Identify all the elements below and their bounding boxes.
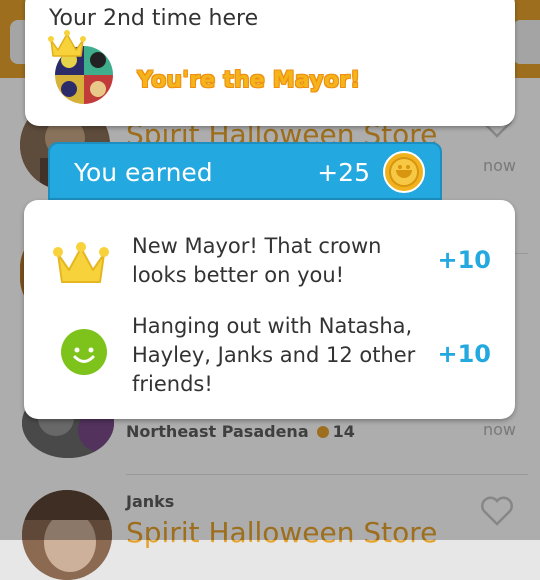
earned-label: You earned	[74, 158, 213, 187]
reward-points: +10	[437, 246, 491, 274]
smiley-icon	[61, 329, 107, 375]
points-breakdown-card: New Mayor! That crown looks better on yo…	[24, 200, 515, 419]
mayor-card: Your 2nd time here You're the Mayor!	[25, 0, 515, 126]
crown-icon	[48, 30, 86, 57]
earned-points: +25	[317, 158, 370, 187]
mayor-status-text: You're the Mayor!	[137, 68, 361, 93]
earned-header: You earned +25	[48, 142, 442, 200]
reward-text: Hanging out with Natasha, Hayley, Janks …	[132, 314, 416, 396]
reward-points: +10	[437, 340, 491, 368]
crown-icon	[53, 242, 109, 283]
coin-icon	[383, 151, 425, 193]
reward-text: New Mayor! That crown looks better on yo…	[132, 234, 382, 287]
